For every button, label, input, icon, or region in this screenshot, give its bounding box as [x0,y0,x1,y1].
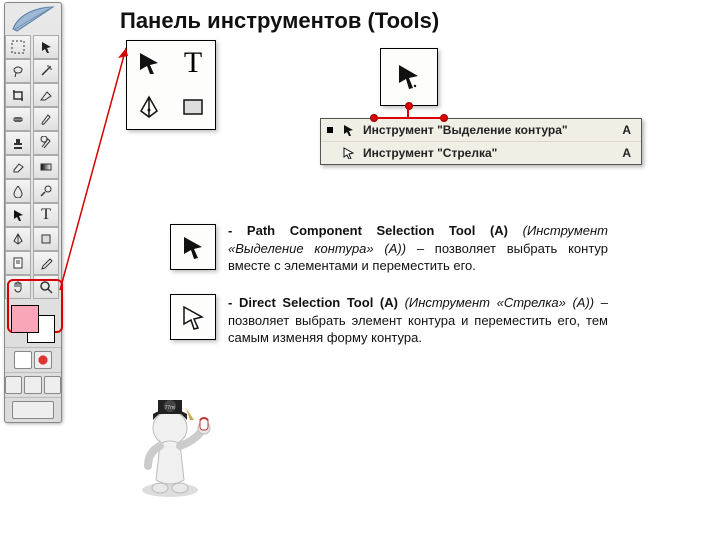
type-tool[interactable]: T [33,203,59,227]
blur-tool[interactable] [5,179,31,203]
path-selection-icon [341,124,355,136]
menu-item-shortcut: A [622,146,631,160]
crop-tool[interactable] [5,83,31,107]
eyedropper-tool[interactable] [33,251,59,275]
foreground-swatch[interactable] [11,305,39,333]
tools-panel: T [4,2,62,423]
jump-row [5,397,61,422]
color-swatches[interactable] [5,299,61,347]
zoom-tool[interactable] [33,275,59,299]
desc-italic: (Инструмент «Стрелка» (A)) [405,295,595,310]
tool-flyout-menu: Инструмент "Выделение контура" A Инструм… [320,118,642,165]
screen-mode-1[interactable] [5,376,22,394]
menu-item-path-selection[interactable]: Инструмент "Выделение контура" A [321,119,641,142]
description-direct-selection: - Direct Selection Tool (A) (Инструмент … [228,294,608,347]
marquee-tool[interactable] [5,35,31,59]
history-brush-tool[interactable] [33,131,59,155]
magic-wand-tool[interactable] [33,59,59,83]
tool-grid: T [5,35,61,299]
lasso-tool[interactable] [5,59,31,83]
jump-to-button[interactable] [12,401,54,419]
active-marker-icon [327,127,333,133]
stamp-tool[interactable] [5,131,31,155]
icon-callout-path-selection [170,224,216,270]
desc-bold: - Path Component Selection Tool (A) [228,223,523,238]
callout-path-selection-icon [127,41,171,85]
healing-tool[interactable] [5,107,31,131]
callout-rectangle-icon [171,85,215,129]
pen-tool[interactable] [5,227,31,251]
quickmask-mode-button[interactable] [34,351,52,369]
gradient-tool[interactable] [33,155,59,179]
menu-item-shortcut: A [622,123,631,137]
path-selection-tool[interactable] [5,203,31,227]
desc-bold: - Direct Selection Tool (A) [228,295,405,310]
move-tool[interactable] [33,35,59,59]
active-marker-placeholder [327,150,333,156]
zoom-callout-tools: T [126,40,216,130]
description-path-selection: - Path Component Selection Tool (A) (Инс… [228,222,608,275]
screen-mode-row [5,372,61,397]
screen-mode-2[interactable] [24,376,41,394]
standard-mode-button[interactable] [14,351,32,369]
notes-tool[interactable] [5,251,31,275]
dodge-tool[interactable] [33,179,59,203]
hand-tool[interactable] [5,275,31,299]
mask-mode-row [5,347,61,372]
direct-selection-icon [341,147,355,159]
page-title: Панель инструментов (Tools) [120,8,439,34]
connector-line [407,106,409,118]
connector-arrow [56,40,136,300]
callout-pen-icon [127,85,171,129]
menu-item-label: Инструмент "Выделение контура" [363,123,614,137]
brush-tool[interactable] [33,107,59,131]
slice-tool[interactable] [33,83,59,107]
icon-callout-direct-selection [170,294,216,340]
shape-tool[interactable] [33,227,59,251]
callout-type-icon: T [171,41,215,85]
menu-item-direct-selection[interactable]: Инструмент "Стрелка" A [321,142,641,164]
zoom-callout-cursor [380,48,438,106]
mascot-badge-text: 77mi [165,405,176,411]
app-logo [5,3,61,35]
mascot-figure: 77mi [130,390,220,500]
eraser-tool[interactable] [5,155,31,179]
screen-mode-3[interactable] [44,376,61,394]
menu-item-label: Инструмент "Стрелка" [363,146,614,160]
